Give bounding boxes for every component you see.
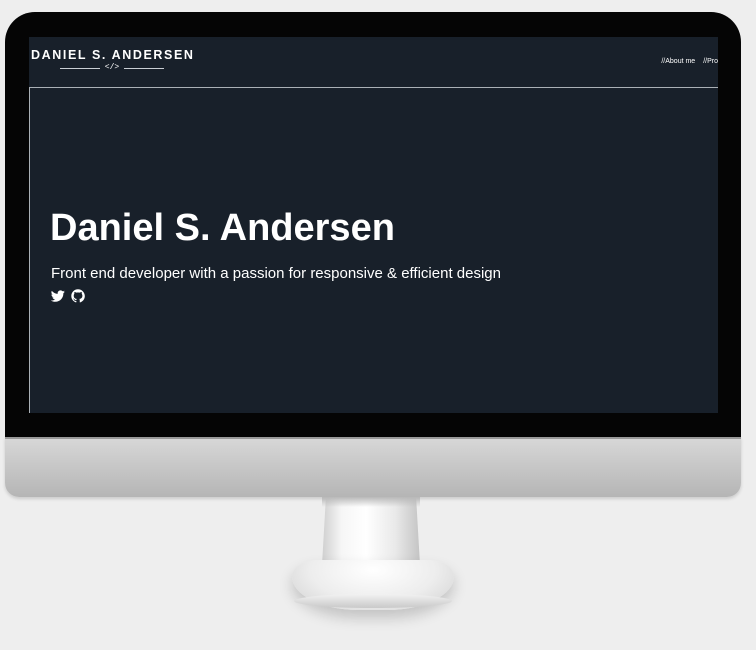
header-divider [29, 87, 718, 88]
monitor-stand-base-edge [294, 594, 452, 608]
twitter-icon[interactable] [51, 289, 65, 303]
monitor-chin [5, 437, 741, 497]
logo-divider-right [124, 67, 165, 69]
monitor-screen: DANIEL S. ANDERSEN </> //About me //Pro … [29, 37, 718, 413]
nav-link-about-me[interactable]: //About me [661, 58, 695, 65]
site-header: DANIEL S. ANDERSEN </> //About me //Pro [29, 37, 718, 88]
site-logo-tagline: </> [57, 62, 167, 74]
main-nav: //About me //Pro [661, 58, 718, 65]
site-logo-name[interactable]: DANIEL S. ANDERSEN [31, 48, 195, 62]
hero-title: Daniel S. Andersen [50, 207, 395, 249]
social-links [51, 289, 85, 303]
logo-divider-left [59, 67, 100, 69]
monitor-chin-edge [5, 437, 741, 439]
hero-subtitle: Front end developer with a passion for r… [51, 265, 501, 282]
nav-link-projects[interactable]: //Pro [703, 58, 718, 65]
hero-left-border [29, 87, 30, 413]
monitor-stand-shadow [322, 497, 420, 507]
github-icon[interactable] [71, 289, 85, 303]
code-tag-icon: </> [104, 63, 120, 72]
monitor-stand-neck [322, 497, 420, 565]
